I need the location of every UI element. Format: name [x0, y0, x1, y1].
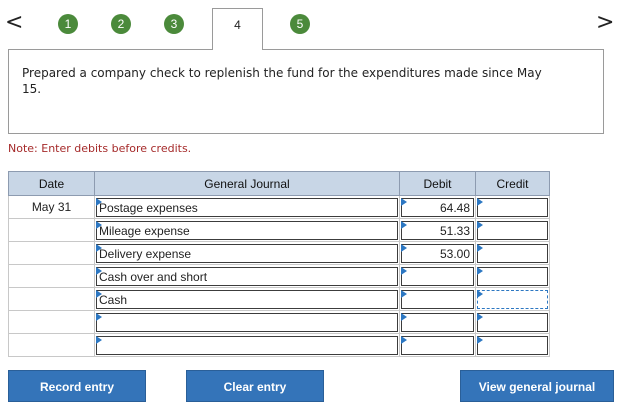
account-cell: Postage expenses [94, 195, 400, 219]
debit-input[interactable]: 64.48 [401, 197, 474, 217]
credit-cell [475, 241, 550, 265]
dropdown-marker-icon [401, 197, 407, 206]
credit-cell [475, 264, 550, 288]
credit-input[interactable] [477, 220, 548, 240]
dropdown-marker-icon [477, 266, 483, 275]
debit-input[interactable]: 51.33 [401, 220, 474, 240]
dropdown-marker-icon [96, 335, 102, 344]
dropdown-marker-icon [401, 220, 407, 229]
date-cell[interactable] [8, 264, 95, 288]
credit-cell [475, 310, 550, 334]
date-cell[interactable] [8, 241, 95, 265]
header-general-journal: General Journal [94, 171, 400, 196]
dropdown-marker-icon [401, 335, 407, 344]
instruction-panel: Prepared a company check to replenish th… [8, 49, 604, 134]
credit-input[interactable] [477, 197, 548, 217]
account-cell: Delivery expense [94, 241, 400, 265]
table-row [8, 310, 550, 334]
debit-value: 64.48 [439, 200, 470, 215]
dropdown-marker-icon [477, 197, 483, 206]
account-value: Cash [99, 292, 128, 307]
debit-input[interactable] [401, 312, 474, 332]
credit-cell [475, 287, 550, 311]
credit-cell [475, 333, 550, 357]
debit-cell: 51.33 [399, 218, 476, 242]
debit-input[interactable] [401, 289, 474, 309]
date-cell[interactable]: May 31 [8, 195, 95, 219]
date-cell[interactable] [8, 218, 95, 242]
date-cell[interactable] [8, 333, 95, 357]
next-arrow-icon[interactable]: > [596, 12, 614, 34]
note-text: Note: Enter debits before credits. [8, 142, 192, 155]
date-cell[interactable] [8, 287, 95, 311]
account-input[interactable]: Mileage expense [96, 220, 398, 240]
debit-input[interactable] [401, 266, 474, 286]
table-row: Delivery expense 53.00 [8, 241, 550, 265]
prev-arrow-icon[interactable]: < [5, 12, 23, 34]
table-row: Cash over and short [8, 264, 550, 288]
account-value: Delivery expense [99, 246, 192, 261]
dropdown-marker-icon [477, 335, 483, 344]
header-debit: Debit [399, 171, 476, 196]
account-value: Postage expenses [99, 200, 198, 215]
record-entry-button[interactable]: Record entry [8, 370, 146, 402]
dropdown-marker-icon [477, 243, 483, 252]
instruction-text: Prepared a company check to replenish th… [22, 66, 542, 96]
credit-input[interactable] [477, 335, 548, 355]
credit-cell [475, 218, 550, 242]
account-cell [94, 333, 400, 357]
dropdown-marker-icon [401, 289, 407, 298]
debit-cell [399, 287, 476, 311]
tab-1[interactable]: 1 [58, 14, 78, 34]
dropdown-marker-icon [96, 312, 102, 321]
tab-2[interactable]: 2 [111, 14, 131, 34]
table-row: Cash [8, 287, 550, 311]
debit-value: 51.33 [439, 223, 470, 238]
debit-cell: 64.48 [399, 195, 476, 219]
header-credit: Credit [475, 171, 550, 196]
account-input[interactable]: Postage expenses [96, 197, 398, 217]
account-cell: Cash over and short [94, 264, 400, 288]
account-cell: Cash [94, 287, 400, 311]
dropdown-marker-icon [401, 312, 407, 321]
credit-input[interactable] [477, 289, 548, 309]
credit-input[interactable] [477, 243, 548, 263]
table-row: May 31 Postage expenses 64.48 [8, 195, 550, 219]
dropdown-marker-icon [477, 312, 483, 321]
table-row [8, 333, 550, 357]
debit-value: 53.00 [439, 246, 470, 261]
dropdown-marker-icon [477, 289, 483, 298]
account-value: Cash over and short [99, 269, 208, 284]
credit-input[interactable] [477, 266, 548, 286]
tab-3[interactable]: 3 [164, 14, 184, 34]
tab-5[interactable]: 5 [290, 14, 310, 34]
debit-input[interactable]: 53.00 [401, 243, 474, 263]
account-input[interactable] [96, 335, 398, 355]
dropdown-marker-icon [401, 266, 407, 275]
debit-cell [399, 264, 476, 288]
debit-cell [399, 310, 476, 334]
dropdown-marker-icon [401, 243, 407, 252]
header-date: Date [8, 171, 95, 196]
table-header-row: Date General Journal Debit Credit [8, 171, 550, 196]
account-input[interactable]: Cash over and short [96, 266, 398, 286]
debit-cell: 53.00 [399, 241, 476, 265]
account-cell: Mileage expense [94, 218, 400, 242]
clear-entry-button[interactable]: Clear entry [186, 370, 324, 402]
tab-4-active[interactable]: 4 [212, 8, 263, 50]
journal-table: Date General Journal Debit Credit May 31… [8, 171, 550, 357]
debit-input[interactable] [401, 335, 474, 355]
date-cell[interactable] [8, 310, 95, 334]
account-value: Mileage expense [99, 223, 190, 238]
credit-input[interactable] [477, 312, 548, 332]
account-cell [94, 310, 400, 334]
account-input[interactable] [96, 312, 398, 332]
account-input[interactable]: Delivery expense [96, 243, 398, 263]
dropdown-marker-icon [477, 220, 483, 229]
table-row: Mileage expense 51.33 [8, 218, 550, 242]
view-general-journal-button[interactable]: View general journal [460, 370, 614, 402]
credit-cell [475, 195, 550, 219]
debit-cell [399, 333, 476, 357]
account-input[interactable]: Cash [96, 289, 398, 309]
